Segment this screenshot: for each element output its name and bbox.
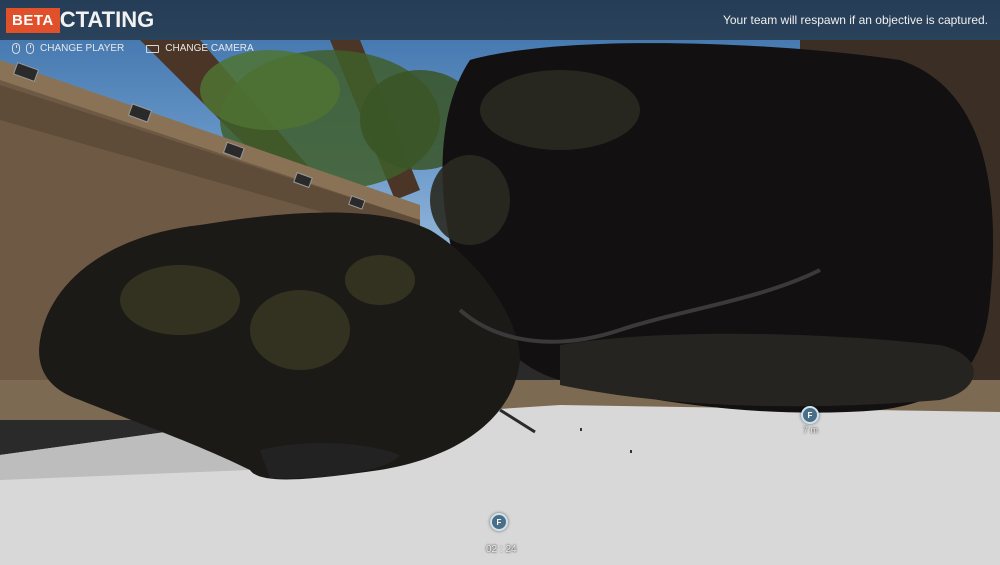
mouse-right-icon [26, 43, 34, 54]
spectating-title: BETA CTATING [6, 6, 154, 34]
beta-badge: BETA [6, 7, 60, 33]
mouse-left-icon [12, 43, 20, 54]
mode-label: CTATING [59, 7, 155, 32]
game-viewport [0, 0, 1000, 565]
change-camera-hint: CHANGE CAMERA [165, 43, 254, 54]
objective-marker-f: F [490, 513, 508, 531]
change-player-hint: CHANGE PLAYER [40, 43, 125, 54]
round-timer: 02 : 24 [486, 544, 517, 555]
objective-distance: 7 m [803, 425, 819, 435]
character-and-floor [0, 43, 1000, 565]
objective-letter: F [807, 410, 813, 420]
respawn-message: Your team will respawn if an objective i… [722, 13, 988, 27]
control-hints: CHANGE PLAYER CHANGE CAMERA [12, 43, 254, 54]
camera-icon [146, 44, 160, 53]
objective-letter: F [496, 517, 502, 527]
objective-marker-f-near: F [801, 406, 819, 424]
